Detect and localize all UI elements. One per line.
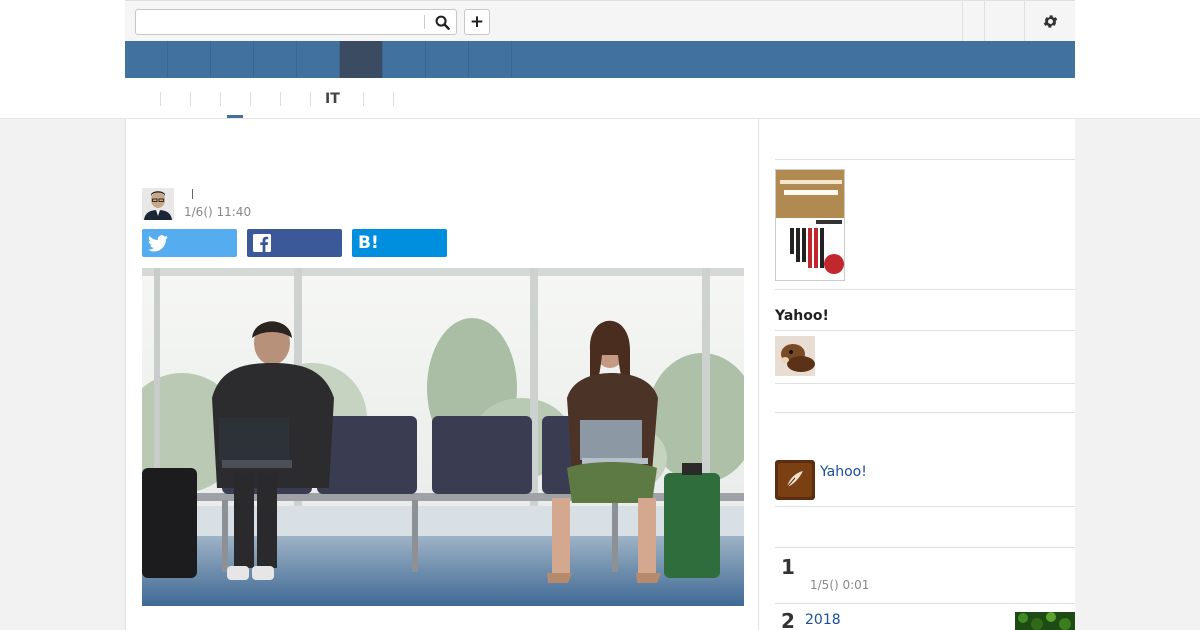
- yahoo-service-icon[interactable]: [775, 460, 815, 500]
- sidebar-divider: [775, 159, 1075, 160]
- article-photo: [142, 268, 744, 606]
- twitter-share-button[interactable]: [142, 229, 237, 257]
- nav-item[interactable]: [383, 41, 426, 78]
- sidebar-divider: [775, 412, 1075, 413]
- sidebar-divider: [775, 383, 1075, 384]
- quill-icon: [775, 460, 815, 500]
- hatena-bookmark-button[interactable]: B!: [352, 229, 447, 257]
- category-divider: [393, 92, 394, 106]
- sidebar-divider: [775, 289, 1075, 290]
- foliage-thumbnail-image: [1015, 612, 1075, 630]
- nav-item-active[interactable]: [340, 41, 383, 78]
- category-divider: [280, 92, 281, 106]
- article-date: 1/6() 11:40: [184, 205, 252, 219]
- nav-item[interactable]: [125, 41, 168, 78]
- ranking-number: 1: [781, 555, 795, 579]
- sidebar-divider: [775, 603, 1075, 604]
- yahoo-link[interactable]: Yahoo!: [820, 464, 867, 480]
- nav-item[interactable]: [426, 41, 469, 78]
- nav-item[interactable]: [211, 41, 254, 78]
- category-bar: IT: [125, 78, 1075, 119]
- nav-item[interactable]: [469, 41, 512, 78]
- ranking-date: 1/5() 0:01: [810, 578, 870, 592]
- search-button[interactable]: [428, 11, 456, 33]
- topbar-divider: [962, 1, 963, 41]
- sidebar: Yahoo! Yahoo! 1 1/5() 0:01 2 2018: [759, 118, 1075, 630]
- nav-item[interactable]: [297, 41, 340, 78]
- facebook-icon: [253, 234, 271, 252]
- sidebar-heading: Yahoo!: [775, 308, 829, 324]
- category-divider: [160, 92, 161, 106]
- topbar-divider: [1024, 1, 1025, 41]
- category-divider: [220, 92, 221, 106]
- twitter-icon: [148, 234, 168, 251]
- facebook-share-button[interactable]: [247, 229, 342, 257]
- author-divider: [192, 189, 193, 199]
- settings-button[interactable]: [1030, 9, 1070, 33]
- sidebar-divider: [775, 330, 1075, 331]
- category-divider: [190, 92, 191, 106]
- news-thumbnail[interactable]: [775, 336, 815, 376]
- ranking-number: 2: [781, 609, 795, 630]
- search-icon: [435, 15, 450, 30]
- nav-item[interactable]: [168, 41, 211, 78]
- sidebar-divider: [775, 506, 1075, 507]
- avatar-image: [142, 188, 174, 220]
- gear-icon: [1043, 14, 1057, 28]
- category-divider: [363, 92, 364, 106]
- ranking-title[interactable]: 2018: [805, 612, 841, 628]
- category-divider: [310, 92, 311, 106]
- book-ad-image[interactable]: [775, 169, 845, 281]
- hatena-icon: B!: [358, 233, 379, 253]
- search-box: [135, 9, 457, 35]
- plus-icon: +: [469, 11, 485, 32]
- topbar-divider: [984, 1, 985, 41]
- airport-lounge-image: [142, 268, 744, 606]
- book-cover-image: [776, 170, 844, 280]
- nav-item[interactable]: [254, 41, 297, 78]
- author-avatar[interactable]: [142, 188, 174, 220]
- article-card: 1/6() 11:40 B!: [125, 118, 759, 630]
- add-button[interactable]: +: [464, 9, 490, 35]
- main-nav: [125, 41, 1075, 78]
- search-input[interactable]: [136, 10, 426, 34]
- sidebar-divider: [775, 547, 1075, 548]
- ranking-thumbnail[interactable]: [1015, 612, 1075, 630]
- top-bar: +: [125, 0, 1075, 41]
- category-tab-it[interactable]: IT: [325, 91, 340, 107]
- category-divider: [250, 92, 251, 106]
- dog-thumbnail-image: [775, 336, 815, 376]
- search-divider: [424, 15, 425, 29]
